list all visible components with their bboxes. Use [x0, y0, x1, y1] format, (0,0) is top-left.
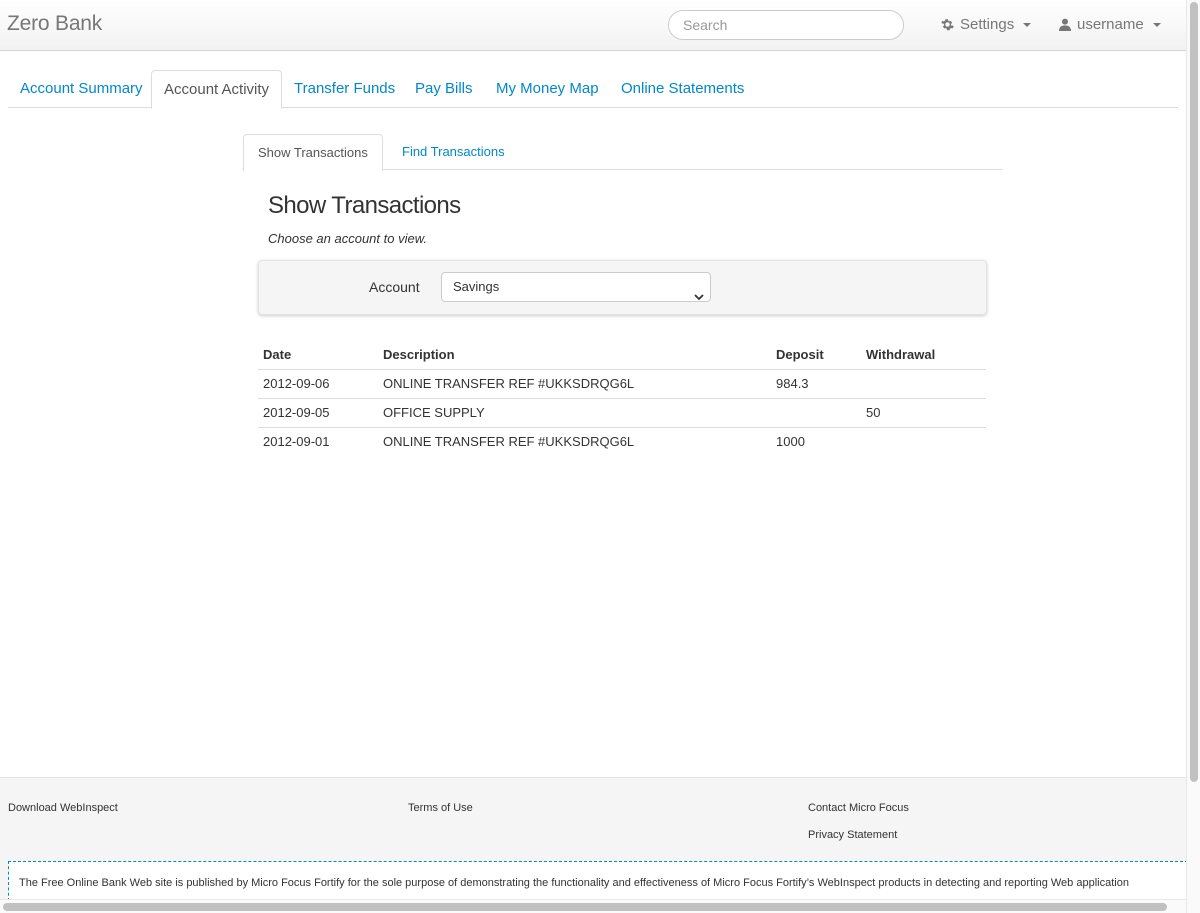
tab-online-statements[interactable]: Online Statements: [609, 70, 756, 108]
table-row: 2012-09-06 ONLINE TRANSFER REF #UKKSDRQG…: [258, 369, 986, 399]
cell-deposit: [771, 398, 861, 428]
header-deposit: Deposit: [771, 340, 861, 370]
tab-account-summary[interactable]: Account Summary: [8, 70, 155, 108]
cell-description: ONLINE TRANSFER REF #UKKSDRQG6L: [383, 434, 635, 450]
user-icon: [1059, 18, 1071, 31]
tab-show-transactions[interactable]: Show Transactions: [243, 134, 383, 171]
main-tabs: Account Summary Account Activity Transfe…: [8, 70, 1178, 109]
contact-link[interactable]: Contact Micro Focus: [808, 802, 909, 814]
footer: Download WebInspect Terms of Use Contact…: [0, 777, 1188, 913]
tab-my-money-map[interactable]: My Money Map: [484, 70, 611, 108]
cell-date: 2012-09-05: [258, 398, 378, 428]
tab-transfer-funds[interactable]: Transfer Funds: [282, 70, 407, 108]
horizontal-scrollbar[interactable]: [0, 899, 1186, 913]
tab-find-transactions[interactable]: Find Transactions: [388, 134, 519, 170]
settings-dropdown[interactable]: Settings: [941, 16, 1032, 33]
gear-icon: [941, 18, 954, 31]
transactions-table: Date Description Deposit Withdrawal 2012…: [258, 340, 986, 456]
cell-withdrawal: [861, 427, 986, 456]
account-select[interactable]: Savings: [441, 272, 711, 302]
cell-date: 2012-09-06: [258, 369, 378, 399]
account-select-value: Savings: [453, 279, 500, 294]
table-header-row: Date Description Deposit Withdrawal: [258, 340, 986, 370]
search-input[interactable]: [668, 10, 904, 40]
header-date: Date: [258, 340, 378, 370]
cell-deposit: 984.3: [771, 369, 861, 399]
sub-tabs: Show Transactions Find Transactions: [242, 134, 1003, 171]
caret-down-icon: [1152, 22, 1161, 27]
account-label: Account: [369, 279, 420, 295]
header-withdrawal: Withdrawal: [861, 340, 986, 370]
tab-pay-bills[interactable]: Pay Bills: [403, 70, 485, 108]
cell-withdrawal: [861, 369, 986, 399]
settings-label: Settings: [960, 16, 1015, 33]
cell-deposit: 1000: [776, 434, 805, 450]
account-filter-panel: Account Savings: [258, 260, 987, 315]
page-title: Show Transactions: [268, 192, 461, 219]
privacy-statement-link[interactable]: Privacy Statement: [808, 829, 897, 841]
top-navbar: Zero Bank Settings username: [0, 0, 1186, 51]
terms-of-use-link[interactable]: Terms of Use: [408, 802, 473, 814]
chevron-down-icon: [694, 283, 704, 311]
brand-logo[interactable]: Zero Bank: [7, 12, 102, 36]
table-row: 2012-09-05 OFFICE SUPPLY 50: [258, 398, 986, 428]
account-hint: Choose an account to view.: [268, 231, 427, 246]
table-row: 2012-09-01 ONLINE TRANSFER REF #UKKSDRQG…: [258, 427, 986, 456]
download-webinspect-link[interactable]: Download WebInspect: [8, 802, 118, 814]
vertical-scrollbar[interactable]: [1186, 0, 1200, 913]
cell-withdrawal: 50: [861, 398, 986, 428]
user-label: username: [1077, 16, 1144, 33]
caret-down-icon: [1023, 22, 1032, 27]
tab-account-activity[interactable]: Account Activity: [151, 70, 283, 109]
vertical-scrollbar-thumb[interactable]: [1190, 2, 1198, 782]
horizontal-scrollbar-thumb[interactable]: [3, 903, 1167, 911]
header-description: Description: [378, 340, 771, 370]
user-dropdown[interactable]: username: [1059, 16, 1161, 33]
cell-description: ONLINE TRANSFER REF #UKKSDRQG6L: [378, 369, 771, 399]
cell-description: OFFICE SUPPLY: [378, 398, 771, 428]
disclaimer-text: The Free Online Bank Web site is publish…: [19, 877, 1129, 889]
cell-date: 2012-09-01: [263, 434, 330, 450]
disclaimer: The Free Online Bank Web site is publish…: [8, 861, 1188, 901]
